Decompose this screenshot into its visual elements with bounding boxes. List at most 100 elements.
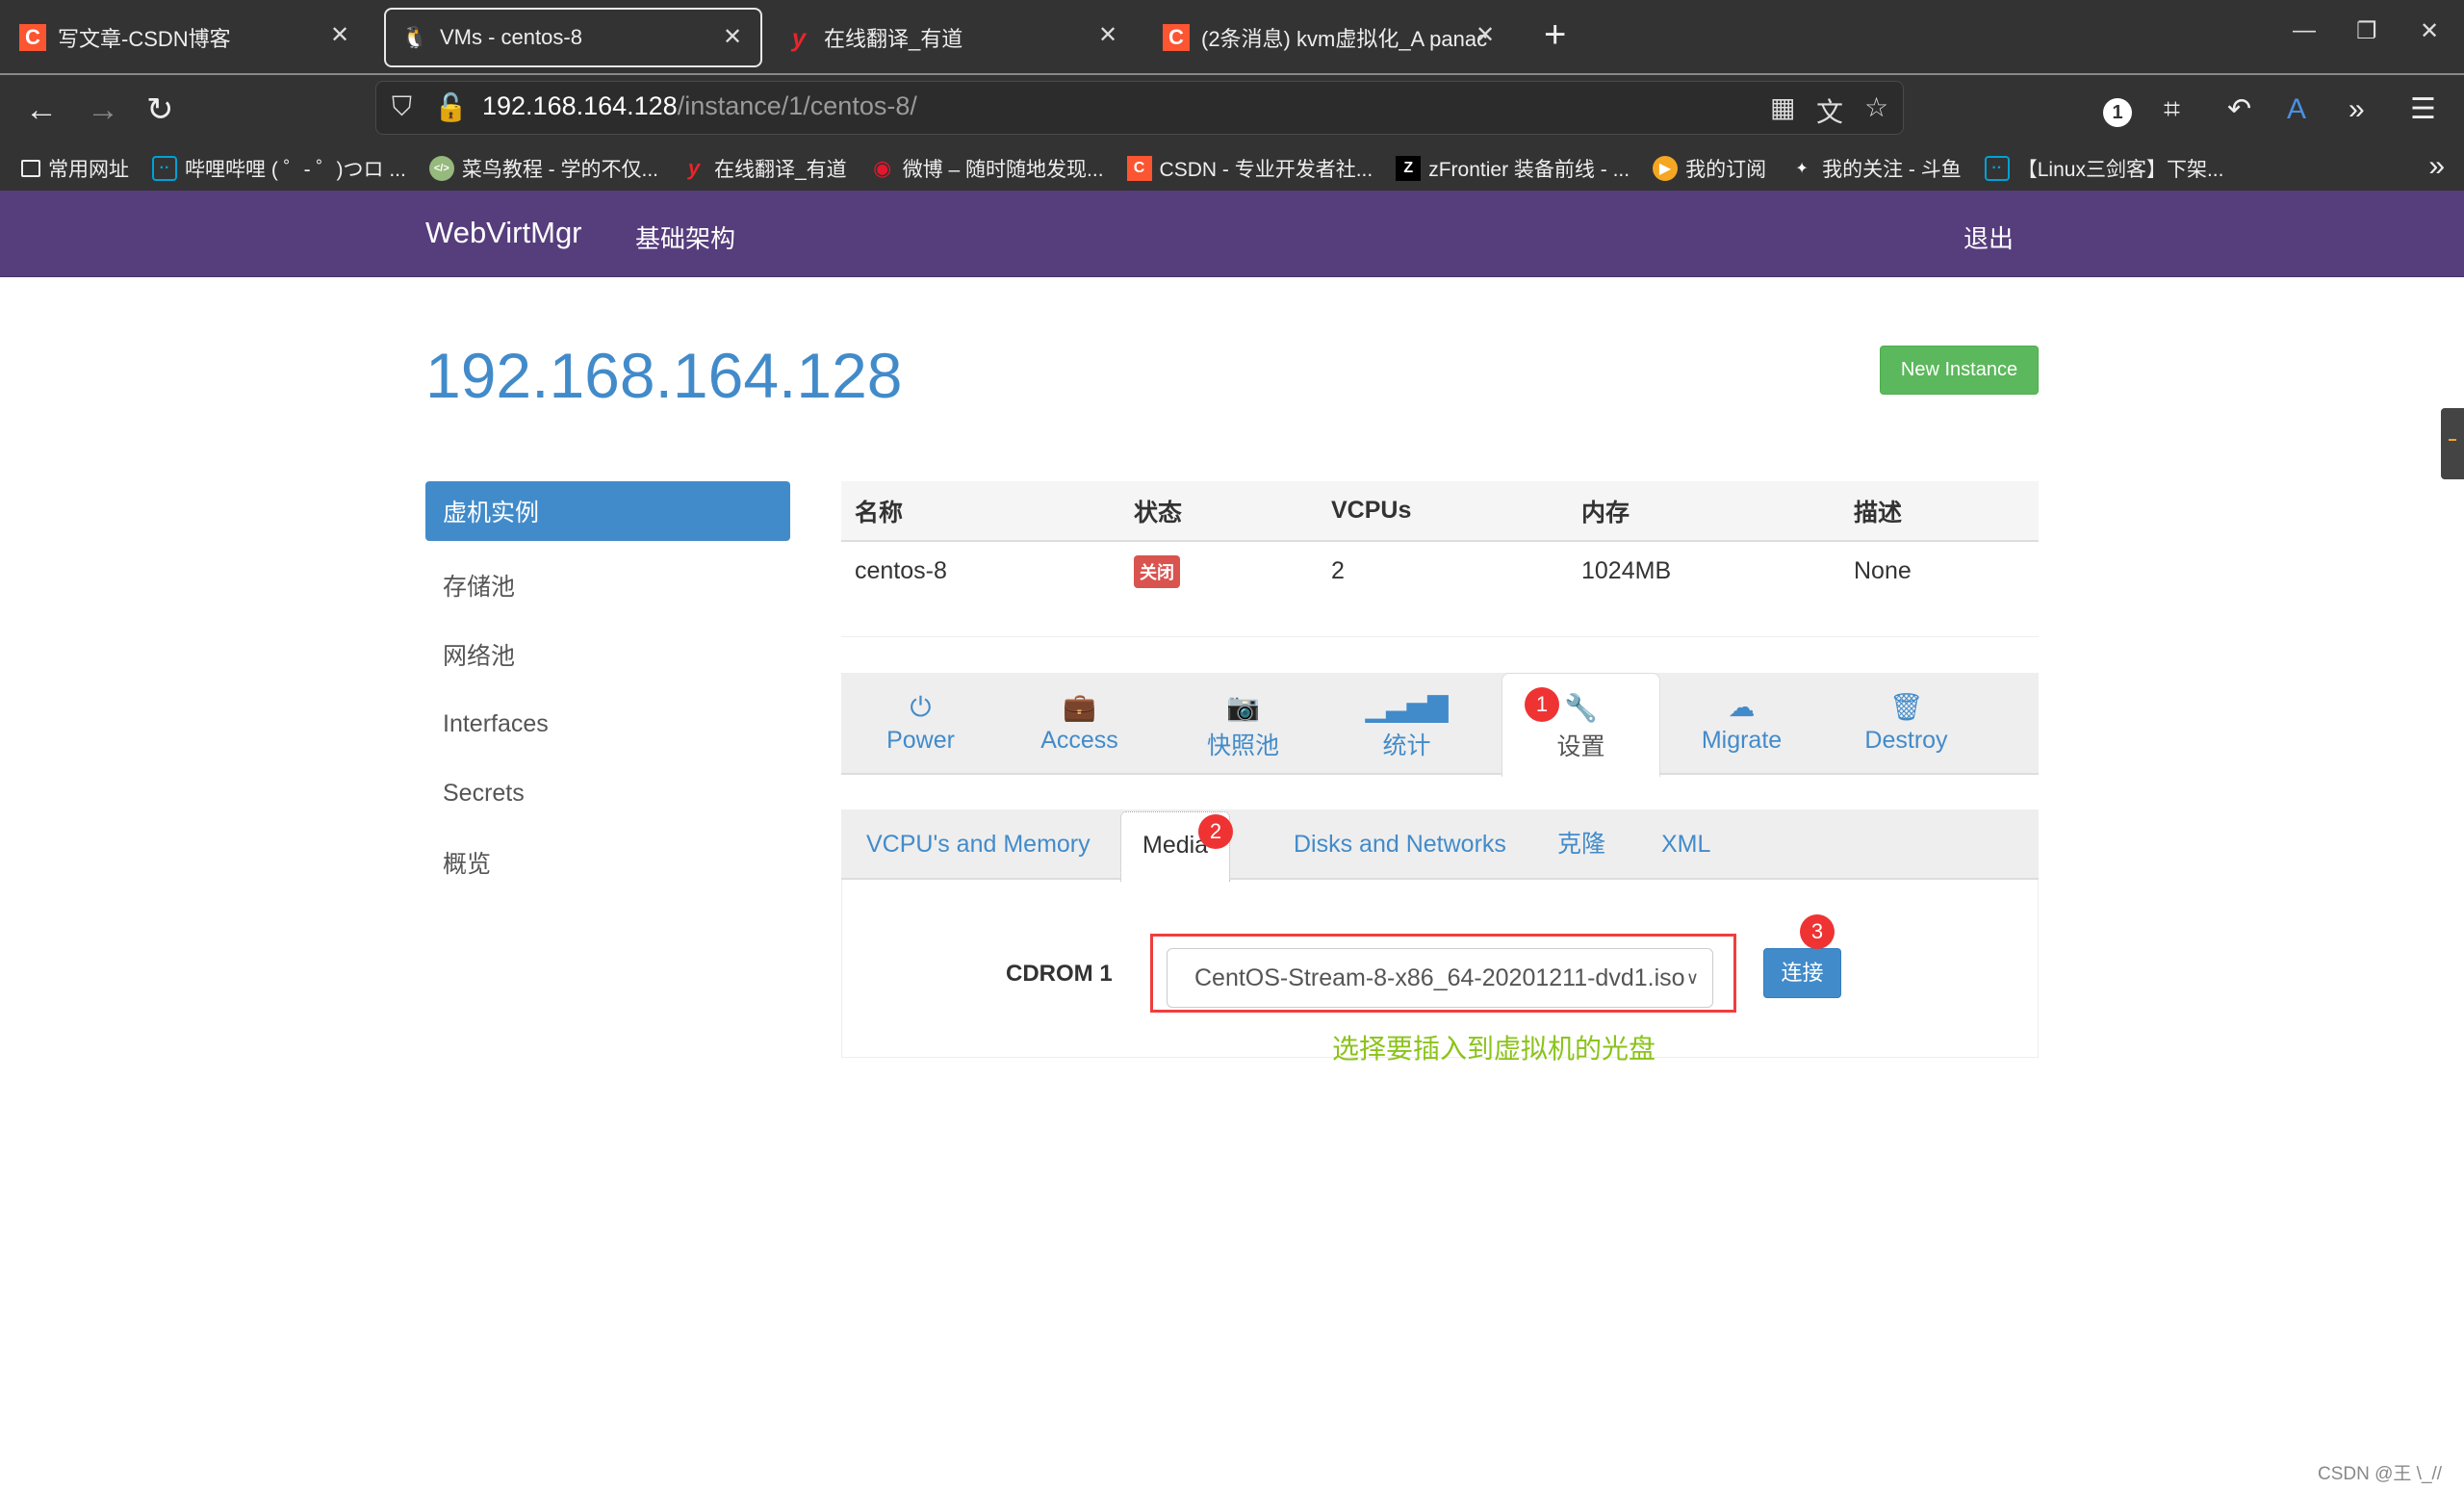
bookmark-label: zFrontier 装备前线 - ... bbox=[1428, 159, 1630, 181]
back-icon[interactable]: ← bbox=[25, 90, 58, 129]
bookmark-item[interactable]: C CSDN - 专业开发者社... bbox=[1126, 154, 1373, 183]
logout-link[interactable]: 退出 bbox=[1964, 219, 2014, 255]
brand-link[interactable]: WebVirtMgr bbox=[425, 216, 582, 250]
bookmark-star-icon[interactable]: ☆ bbox=[1864, 91, 1888, 123]
tab-access[interactable]: 💼 Access bbox=[1000, 673, 1159, 775]
youdao-icon: y bbox=[791, 22, 807, 52]
qr-code-icon[interactable]: ▦ bbox=[1770, 91, 1795, 123]
tab-strip: C 写文章-CSDN博客 ✕ 🐧 VMs - centos-8 ✕ y 在线翻译… bbox=[0, 0, 2464, 73]
sidebar-handle[interactable] bbox=[2441, 408, 2464, 479]
crop-icon[interactable]: ⌗ bbox=[2164, 92, 2180, 127]
bookmark-item[interactable]: ✦ 我的关注 - 斗鱼 bbox=[1789, 154, 1961, 183]
close-icon[interactable]: ✕ bbox=[718, 23, 747, 51]
settings-sub-tabs: VCPU's and Memory Media Disks and Networ… bbox=[841, 809, 2039, 882]
subtab-label: XML bbox=[1661, 831, 1711, 858]
sidebar-item-instances[interactable]: 虚机实例 bbox=[425, 481, 790, 541]
close-icon[interactable]: ✕ bbox=[325, 21, 354, 49]
trash-icon: 🗑 bbox=[1888, 692, 1924, 722]
new-tab-button[interactable]: + bbox=[1544, 15, 1566, 54]
status-badge: 关闭 bbox=[1134, 554, 1180, 588]
extension-badge: 1 bbox=[2103, 98, 2132, 127]
tab-power[interactable]: ⏻ Power bbox=[841, 673, 1000, 775]
browser-chrome: C 写文章-CSDN博客 ✕ 🐧 VMs - centos-8 ✕ y 在线翻译… bbox=[0, 0, 2464, 191]
sidebar-item-storage[interactable]: 存储池 bbox=[425, 551, 790, 620]
iso-select[interactable]: CentOS-Stream-8-x86_64-20201211-dvd1.iso… bbox=[1167, 948, 1713, 1008]
bookmark-item[interactable]: ◉ 微博 – 随时随地发现... bbox=[870, 154, 1104, 183]
insecure-lock-icon[interactable]: 🔓 bbox=[434, 91, 468, 123]
bookmark-item[interactable]: </> 菜鸟教程 - 学的不仅... bbox=[428, 154, 658, 183]
bookmark-item[interactable]: ▶ 我的订阅 bbox=[1653, 154, 1766, 183]
forward-icon[interactable]: → bbox=[87, 90, 119, 129]
close-icon[interactable]: ✕ bbox=[1471, 21, 1500, 49]
column-header-status: 状态 bbox=[1120, 481, 1318, 542]
sidebar-item-networks[interactable]: 网络池 bbox=[425, 620, 790, 689]
browser-tab[interactable]: C (2条消息) kvm虚拟化_A panac ✕ bbox=[1147, 8, 1513, 67]
signal-icon: ▁▃▅▇ bbox=[1365, 692, 1449, 722]
instance-action-tabs: ⏻ Power 💼 Access 📷 快照池 ▁▃▅▇ 统计 🔧 设置 ☁ Mi… bbox=[841, 673, 2039, 777]
address-bar[interactable]: ⛉ 🔓 192.168.164.128/instance/1/centos-8/… bbox=[375, 81, 1904, 135]
annotation-step-2: 2 bbox=[1198, 814, 1233, 849]
browser-tab[interactable]: y 在线翻译_有道 ✕ bbox=[770, 8, 1136, 67]
new-instance-button[interactable]: New Instance bbox=[1880, 346, 2039, 395]
bookmark-item[interactable]: ·· 【Linux三剑客】下架... bbox=[1984, 154, 2224, 183]
sidebar-item-label: 概览 bbox=[443, 851, 492, 878]
cloud-download-icon: ☁ bbox=[1728, 692, 1756, 722]
tab-destroy[interactable]: 🗑 Destroy bbox=[1827, 673, 1986, 775]
translate-icon[interactable]: 文 bbox=[1816, 91, 1843, 130]
vm-table: 名称 状态 VCPUs 内存 描述 centos-8 关闭 2 1024MB N… bbox=[841, 481, 2039, 637]
runoob-icon: </> bbox=[428, 156, 454, 181]
subtab-clone[interactable]: 克隆 bbox=[1532, 809, 1630, 880]
minimize-icon[interactable]: — bbox=[2293, 17, 2316, 44]
bilibili-icon: ·· bbox=[152, 156, 177, 181]
browser-tab-active[interactable]: 🐧 VMs - centos-8 ✕ bbox=[384, 8, 762, 67]
tab-label: 设置 bbox=[1556, 733, 1605, 760]
sidebar-item-overview[interactable]: 概览 bbox=[425, 828, 790, 897]
url-text[interactable]: 192.168.164.128/instance/1/centos-8/ bbox=[482, 91, 917, 121]
sidebar-item-secrets[interactable]: Secrets bbox=[425, 758, 790, 828]
tab-settings[interactable]: 🔧 设置 bbox=[1502, 673, 1660, 777]
subtab-vcpu-memory[interactable]: VCPU's and Memory bbox=[841, 809, 1116, 880]
browser-tab[interactable]: C 写文章-CSDN博客 ✕ bbox=[4, 8, 368, 67]
bookmark-label: 微博 – 随时随地发现... bbox=[902, 159, 1104, 181]
subtab-xml[interactable]: XML bbox=[1636, 809, 1735, 880]
cdrom-label: CDROM 1 bbox=[1006, 961, 1113, 987]
reload-icon[interactable]: ↻ bbox=[146, 90, 174, 129]
menu-icon[interactable]: ☰ bbox=[2410, 92, 2436, 127]
page-title: 192.168.164.128 bbox=[425, 340, 903, 411]
bookmark-item[interactable]: y 在线翻译_有道 bbox=[681, 154, 847, 183]
shield-icon[interactable]: ⛉ bbox=[392, 91, 412, 123]
window-close-icon[interactable]: ✕ bbox=[2420, 17, 2439, 45]
csdn-icon: C bbox=[19, 24, 46, 51]
url-path: /instance/1/centos-8/ bbox=[677, 91, 917, 120]
top-navbar: WebVirtMgr 基础架构 退出 bbox=[0, 191, 2464, 277]
connect-button[interactable]: 连接 bbox=[1763, 948, 1841, 998]
bookmark-label: CSDN - 专业开发者社... bbox=[1159, 159, 1373, 181]
column-header-memory: 内存 bbox=[1568, 481, 1840, 542]
translate-extension-icon[interactable]: A bbox=[2287, 92, 2306, 127]
handle-marker bbox=[2449, 439, 2456, 441]
bookmark-label: 常用网址 bbox=[48, 159, 129, 181]
extension-icon[interactable]: 1 bbox=[2103, 92, 2132, 127]
tux-icon: 🐧 bbox=[401, 25, 428, 49]
restore-icon[interactable]: ❐ bbox=[2356, 17, 2377, 45]
tab-migrate[interactable]: ☁ Migrate bbox=[1662, 673, 1821, 775]
subtab-disks-networks[interactable]: Disks and Networks bbox=[1269, 809, 1531, 880]
table-row: centos-8 关闭 2 1024MB None bbox=[841, 541, 2039, 637]
bookmark-label: 【Linux三剑客】下架... bbox=[2016, 159, 2224, 181]
tab-snapshots[interactable]: 📷 快照池 bbox=[1164, 673, 1322, 775]
tab-title: 在线翻译_有道 bbox=[824, 27, 963, 51]
tab-stats[interactable]: ▁▃▅▇ 统计 bbox=[1327, 673, 1486, 775]
bookmark-item[interactable]: ZzFrontier 装备前线 - ... bbox=[1396, 154, 1630, 183]
sidebar-item-interfaces[interactable]: Interfaces bbox=[425, 689, 790, 758]
cell-status: 关闭 bbox=[1120, 541, 1318, 637]
sidebar-item-label: 虚机实例 bbox=[443, 500, 540, 527]
overflow-icon[interactable]: » bbox=[2348, 92, 2365, 127]
subtab-label: Disks and Networks bbox=[1294, 831, 1506, 858]
nav-infrastructure-link[interactable]: 基础架构 bbox=[635, 219, 735, 255]
bookmarks-overflow-icon[interactable]: » bbox=[2428, 150, 2445, 183]
undo-icon[interactable]: ↶ bbox=[2227, 92, 2251, 127]
sidebar-item-label: 存储池 bbox=[443, 574, 516, 601]
close-icon[interactable]: ✕ bbox=[1093, 21, 1122, 49]
bookmark-item[interactable]: ·· 哔哩哔哩 ( ゜- ゜)つロ ... bbox=[152, 154, 406, 183]
bookmark-item[interactable]: 常用网址 bbox=[21, 154, 129, 183]
